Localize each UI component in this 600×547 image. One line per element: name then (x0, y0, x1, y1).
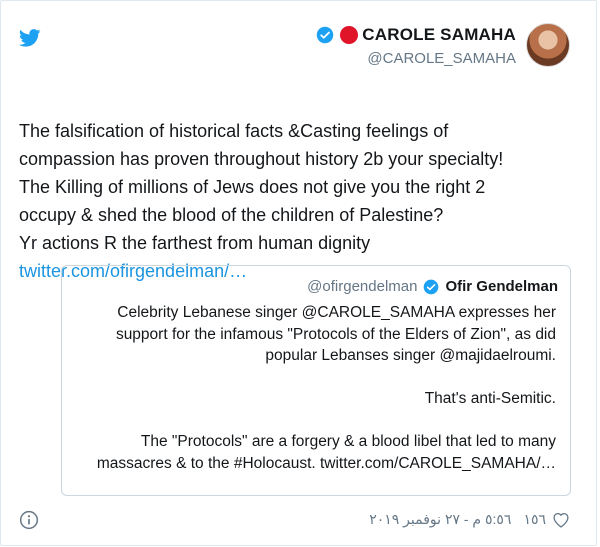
quoted-line: massacres & to the #Holocaust. twitter.c… (96, 454, 556, 472)
quoted-tweet[interactable]: @ofirgendelman Ofir Gendelman Celebrity … (61, 265, 571, 496)
tweet-card: CAROLE SAMAHA @CAROLE_SAMAHA The falsifi… (0, 0, 597, 546)
heart-icon[interactable] (552, 512, 570, 528)
tweet-author[interactable]: CAROLE SAMAHA @CAROLE_SAMAHA (316, 23, 570, 67)
quoted-tweet-header: @ofirgendelman Ofir Gendelman (307, 278, 558, 295)
author-name-block: CAROLE SAMAHA @CAROLE_SAMAHA (316, 23, 516, 67)
author-name-row: CAROLE SAMAHA (316, 23, 516, 47)
author-handle[interactable]: @CAROLE_SAMAHA (367, 50, 516, 67)
like-count[interactable]: ١٥٦ (523, 511, 546, 528)
avatar[interactable] (526, 23, 570, 67)
verified-badge-icon (317, 26, 334, 44)
quoted-line: support for the infamous "Protocols of t… (115, 325, 556, 343)
tweet-timestamp[interactable]: ٥:٥٦ م - ٢٧ نوفمبر ٢٠١٩ (369, 511, 511, 528)
tweet-text: The falsification of historical facts &C… (19, 121, 504, 253)
author-display-name[interactable]: CAROLE SAMAHA (362, 25, 516, 45)
quoted-tweet-text: Celebrity Lebanese singer @CAROLE_SAMAHA… (66, 302, 556, 474)
twitter-bird-icon[interactable] (19, 29, 41, 47)
quoted-line: The "Protocols" are a forgery & a blood … (140, 433, 556, 450)
quoted-line: Celebrity Lebanese singer @CAROLE_SAMAHA… (117, 304, 556, 321)
info-icon[interactable] (19, 510, 39, 530)
red-circle-emoji-icon (340, 26, 359, 44)
quoted-author-name: Ofir Gendelman (445, 278, 558, 295)
tweet-footer: ١٥٦ ٥:٥٦ م - ٢٧ نوفمبر ٢٠١٩ (369, 511, 570, 528)
quoted-author-handle: @ofirgendelman (307, 278, 418, 295)
verified-badge-icon (424, 279, 439, 294)
quoted-line: That's anti-Semitic. (424, 390, 556, 407)
quoted-line: popular Lebanses singer @majidaelroumi. (265, 347, 556, 364)
